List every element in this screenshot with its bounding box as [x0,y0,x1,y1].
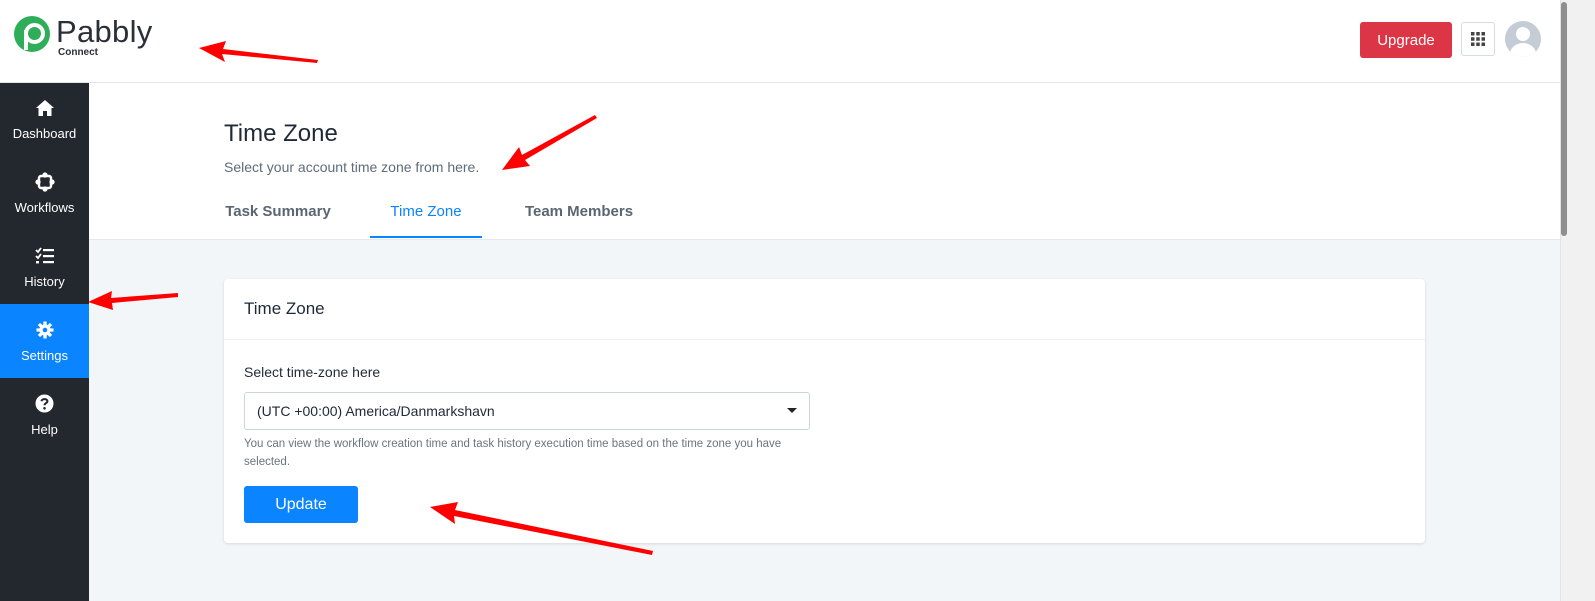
sidebar-item-label: Dashboard [12,125,77,141]
checklist-icon [34,246,55,266]
page-subtitle: Select your account time zone from here. [224,159,480,175]
question-circle-icon [35,394,54,414]
tab-task-summary[interactable]: Task Summary [224,203,332,238]
caret-down-icon [787,408,797,413]
top-header: Pabbly Connect Upgrade [0,0,1560,83]
tab-label: Team Members [524,203,634,220]
tab-label: Time Zone [390,203,462,220]
time-zone-help-text: You can view the workflow creation time … [244,438,782,468]
pabbly-connect-logo[interactable]: Pabbly Connect [14,16,153,58]
time-zone-select[interactable]: (UTC +00:00) America/Danmarkshavn [244,392,810,430]
tab-time-zone[interactable]: Time Zone [370,203,482,238]
sidebar-item-help[interactable]: Help [0,378,89,452]
apps-menu-button[interactable] [1461,22,1495,56]
update-button[interactable]: Update [244,486,358,523]
sidebar-item-label: History [24,273,65,289]
workflow-icon [34,171,56,192]
sidebar-item-label: Workflows [14,199,75,215]
logo-text: Pabbly Connect [56,16,153,58]
card-title: Time Zone [224,279,1425,340]
sidebar-item-settings[interactable]: Settings [0,304,89,378]
time-zone-card: Time Zone Select time-zone here (UTC +00… [224,279,1425,543]
logo-subtitle: Connect [58,47,98,58]
annotation-arrow [88,291,178,310]
time-zone-field-label: Select time-zone here [244,364,381,380]
upgrade-button[interactable]: Upgrade [1360,22,1452,58]
sidebar-item-label: Settings [21,347,68,363]
sidebar-item-label: Help [31,421,58,437]
page-title: Time Zone [224,120,338,147]
sidebar-item-workflows[interactable]: Workflows [0,156,89,230]
home-icon [35,98,55,118]
grid-icon [1471,32,1485,46]
user-avatar-icon[interactable] [1505,21,1541,57]
tab-team-members[interactable]: Team Members [523,203,635,238]
scrollbar-thumb[interactable] [1561,2,1567,236]
page-header: Time Zone Select your account time zone … [89,83,1560,240]
gear-icon [36,320,54,340]
logo-name: Pabbly [56,14,153,49]
sidebar-item-history[interactable]: History [0,230,89,304]
tab-label: Task Summary [225,203,331,220]
sidebar-item-dashboard[interactable]: Dashboard [0,82,89,156]
pabbly-logo-icon [14,16,50,52]
sidebar: Dashboard Workflows History Settings Hel… [0,82,89,601]
time-zone-select-value: (UTC +00:00) America/Danmarkshavn [257,403,495,419]
